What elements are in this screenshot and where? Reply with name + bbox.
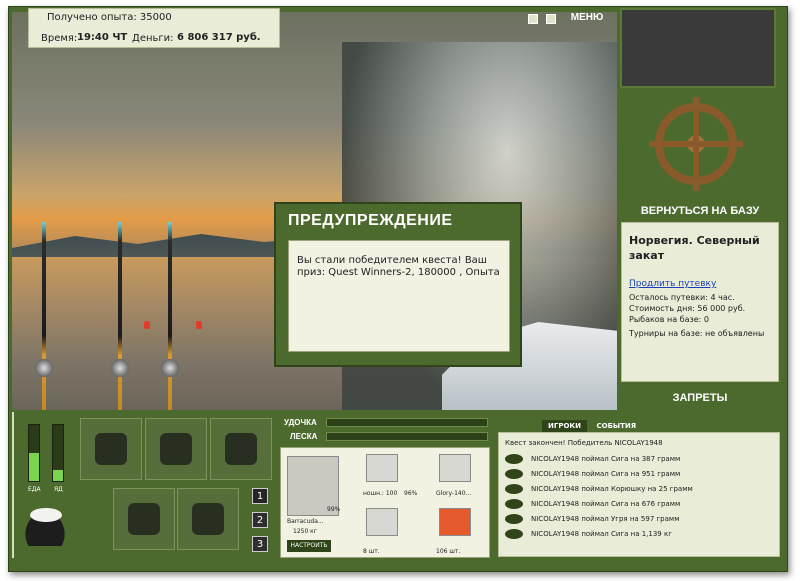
rod-icon: [95, 433, 127, 465]
fisherman-icon: [225, 433, 257, 465]
food-slot[interactable]: [113, 488, 175, 550]
base-title: Норвегия. Северный закат: [629, 234, 760, 262]
log-text: NICOLAY1948 поймал Сига на 1,139 кг: [531, 529, 672, 538]
tournaments-on-base: Турниры на базе: не объявлены: [629, 329, 765, 338]
poison-label: ЯД: [54, 486, 63, 493]
log-item: NICOLAY1948 поймал Сига на 951 грамм: [505, 466, 773, 481]
fish-icon: [505, 468, 523, 479]
log-item: NICOLAY1948 поймал Сига на 1,139 кг: [505, 526, 773, 541]
line-bar: [326, 432, 488, 441]
dialog-title: ПРЕДУПРЕЖДЕНИЕ: [288, 212, 453, 229]
gauges: ЕДА ЯД: [12, 412, 70, 493]
fish-icon: [192, 503, 224, 535]
top-icons: [528, 14, 560, 27]
extend-trip-link[interactable]: Продлить путевку: [629, 279, 771, 289]
bait-count: 106 шт.: [436, 548, 461, 555]
fisherman-slot[interactable]: [210, 418, 272, 480]
log-item: NICOLAY1948 поймал Сига на 676 грамм: [505, 496, 773, 511]
reel-slot-icon[interactable]: [366, 454, 398, 482]
poison-gauge-fill: [53, 469, 63, 481]
toolbox-icon: [160, 433, 192, 465]
reel-icon: [35, 359, 53, 377]
sound-icon[interactable]: [545, 14, 556, 24]
log-text: NICOLAY1948 поймал Сига на 951 грамм: [531, 469, 681, 478]
hook-count: 8 шт.: [363, 548, 380, 555]
pause-icon[interactable]: [528, 14, 538, 24]
player-status-panel: Получено опыта: 35000 Время: 19:40 ЧТ Де…: [28, 8, 280, 48]
fork-knife-icon: [128, 503, 160, 535]
food-label: ЕДА: [28, 486, 41, 493]
page-button-1[interactable]: 1: [252, 488, 268, 504]
rods-slot[interactable]: [80, 418, 142, 480]
dialog-body: Вы стали победителем квеста! Ваш приз: Q…: [288, 240, 510, 352]
log-text: NICOLAY1948 поймал Угря на 597 грамм: [531, 514, 680, 523]
quest-finished-text: Квест закончен! Победитель NICOLAY1948: [505, 439, 663, 447]
log-item: NICOLAY1948 поймал Корюшку на 25 грамм: [505, 481, 773, 496]
fish-slot[interactable]: [177, 488, 239, 550]
line-label: ЛЕСКА: [290, 432, 318, 441]
fish-icon: [505, 528, 523, 539]
page-button-2[interactable]: 2: [252, 512, 268, 528]
tackle-box-slot[interactable]: [145, 418, 207, 480]
lure-slot-icon[interactable]: [439, 454, 471, 482]
lure-label: Glory-140...: [436, 490, 472, 497]
log-list: Квест закончен! Победитель NICOLAY1948 N…: [498, 432, 780, 557]
money-value: 6 806 317 руб.: [177, 32, 261, 43]
food-gauge: [28, 424, 40, 482]
page-button-3[interactable]: 3: [252, 536, 268, 552]
day-cost: Стоимость дня: 56 000 руб.: [629, 304, 746, 313]
fish-icon: [505, 453, 523, 464]
hook-slot-icon[interactable]: [366, 508, 398, 536]
log-item: NICOLAY1948 поймал Сига на 387 грамм: [505, 451, 773, 466]
log-text: NICOLAY1948 поймал Сига на 387 грамм: [531, 454, 681, 463]
experience-text: Получено опыта: 35000: [47, 12, 172, 23]
setup-button[interactable]: НАСТРОИТЬ: [287, 540, 331, 552]
menu-button[interactable]: МЕНЮ: [565, 8, 609, 28]
reel-icon: [161, 359, 179, 377]
fishing-rod-2[interactable]: [118, 222, 122, 410]
time-label: Время:: [41, 33, 78, 44]
fishing-rod-3[interactable]: [168, 222, 172, 410]
trip-time-left: Осталось путевки: 4 час.: [629, 293, 735, 302]
fish-icon: [505, 483, 523, 494]
rod-bar: [326, 418, 488, 427]
base-info-panel: Норвегия. Северный закат Продлить путевк…: [621, 222, 779, 382]
fishers-on-base: Рыбаков на базе: 0: [629, 315, 709, 324]
fishing-rod-1[interactable]: [42, 222, 46, 410]
rod-label: УДОЧКА: [284, 418, 317, 427]
tab-events[interactable]: СОБЫТИЯ: [590, 420, 642, 432]
tab-players[interactable]: ИГРОКИ: [542, 420, 587, 432]
time-value: 19:40 ЧТ: [77, 32, 128, 43]
ship-wheel-icon[interactable]: [655, 97, 737, 191]
fish-icon: [505, 498, 523, 509]
reel-icon: [111, 359, 129, 377]
reel-label: ношн.: 100: [363, 490, 398, 497]
fish-icon: [505, 513, 523, 524]
return-to-base-button[interactable]: ВЕРНУТЬСЯ НА БАЗУ: [630, 205, 770, 217]
bait-slot-icon[interactable]: [439, 508, 471, 536]
rod-weight: 1250 кг: [293, 528, 317, 535]
log-text: NICOLAY1948 поймал Корюшку на 25 грамм: [531, 484, 693, 493]
float-icon: [144, 321, 150, 329]
log-text: NICOLAY1948 поймал Сига на 676 грамм: [531, 499, 681, 508]
food-gauge-fill: [29, 453, 39, 481]
poison-gauge: [52, 424, 64, 482]
ad-placeholder: [620, 8, 776, 88]
warning-dialog: ПРЕДУПРЕЖДЕНИЕ Вы стали победителем квес…: [274, 202, 522, 367]
gear-panel: 99% Barracuda... 1250 кг НАСТРОИТЬ ношн.…: [280, 447, 490, 558]
rod-percent: 99%: [327, 506, 341, 513]
float-icon: [196, 321, 202, 329]
money-label: Деньги:: [132, 33, 174, 44]
bans-button[interactable]: ЗАПРЕТЫ: [630, 392, 770, 404]
cooking-pot-icon[interactable]: [20, 506, 70, 546]
reel-percent: 96%: [404, 490, 418, 497]
rod-name: Barracuda...: [287, 518, 324, 525]
log-item: NICOLAY1948 поймал Угря на 597 грамм: [505, 511, 773, 526]
log-tabs: ИГРОКИ СОБЫТИЯ: [542, 418, 642, 432]
